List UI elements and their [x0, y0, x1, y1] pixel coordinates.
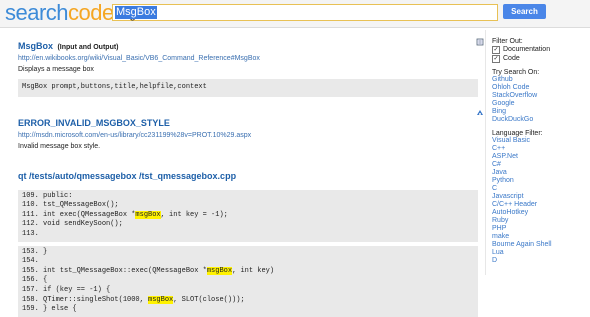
code-line: 109. public: — [22, 192, 474, 202]
search-button[interactable]: Search — [503, 4, 546, 19]
result-item: qt /tests/auto/qmessagebox /tst_qmessage… — [18, 166, 478, 317]
code-text: 159. } else { — [22, 305, 77, 314]
code-line: 110. tst_QMessageBox(); — [22, 201, 474, 211]
language-filter-link[interactable]: PHP — [492, 225, 590, 233]
code-text: , int key = -1); — [160, 210, 228, 219]
result-item: MsgBox (Input and Output) http://en.wiki… — [18, 36, 478, 97]
language-filter-link[interactable]: Visual Basic — [492, 137, 590, 145]
language-filter-link[interactable]: C/C++ Header — [492, 201, 590, 209]
code-text: , SLOT(close())); — [173, 295, 245, 304]
code-line: MsgBox prompt,buttons,title,helpfile,con… — [22, 83, 207, 91]
code-line: 158. QTimer::singleShot(1000, msgBox, SL… — [22, 295, 474, 306]
top-bar: searchcode MsgBox Search — [0, 0, 590, 28]
code-text: 113. — [22, 229, 39, 238]
language-filter-link[interactable]: D — [492, 257, 590, 265]
language-filter-link[interactable]: Bourne Again Shell — [492, 241, 590, 249]
logo[interactable]: searchcode — [5, 1, 114, 25]
language-filter-link[interactable]: C# — [492, 161, 590, 169]
code-line: 154. — [22, 257, 474, 267]
result-url[interactable]: http://msdn.microsoft.com/en-us/library/… — [18, 132, 478, 139]
code-snippet: MsgBox prompt,buttons,title,helpfile,con… — [18, 79, 478, 97]
language-links: Visual Basic C++ ASP.Net C# Java Python C Javas… — [492, 137, 590, 265]
search-highlight: msgBox — [206, 266, 233, 275]
search-input[interactable] — [113, 7, 495, 23]
code-line: 156. { — [22, 276, 474, 286]
code-text: 156. { — [22, 276, 48, 285]
result-title-row: qt /tests/auto/qmessagebox /tst_qmessage… — [18, 166, 478, 184]
try-search-link[interactable]: Ohloh Code — [492, 84, 590, 92]
try-heading: Try Search On: — [492, 69, 540, 76]
try-search-link[interactable]: Google — [492, 100, 590, 108]
language-filter-link[interactable]: C — [492, 185, 590, 193]
code-text: 155. int tst_QMessageBox::exec(QMessageB… — [22, 266, 207, 275]
code-line: 111. int exec(QMessageBox *msgBox, int k… — [22, 210, 474, 221]
checkbox[interactable]: ✓ — [492, 45, 500, 54]
code-snippet: 153. } 154. 155. int tst_QMessageBox::exec… — [18, 245, 478, 317]
try-search-link[interactable]: Bing — [492, 108, 590, 116]
language-filter-link[interactable]: ASP.Net — [492, 153, 590, 161]
language-filter-link[interactable]: Lua — [492, 249, 590, 257]
code-text: 111. int exec(QMessageBox * — [22, 210, 136, 219]
try-links: Github Ohloh Code StackOverflow Google Bing D… — [492, 76, 590, 124]
code-line: 157. if (key == -1) { — [22, 286, 474, 296]
code-text: 109. public: — [22, 191, 73, 200]
code-line: 159. } else { — [22, 305, 474, 315]
result-item: ERROR_INVALID_MSGBOX_STYLE http://msdn.m… — [18, 113, 478, 150]
result-title-row: MsgBox (Input and Output) — [18, 36, 478, 54]
code-text: 153. } — [22, 247, 48, 256]
logo-part-search: search — [5, 0, 69, 25]
result-description: Displays a message box — [18, 66, 94, 73]
filter-heading: Filter Out: — [492, 38, 523, 45]
code-text: 110. tst_QMessageBox(); — [22, 201, 119, 210]
language-filter-link[interactable]: Javascript — [492, 193, 590, 201]
checkbox[interactable]: ✓ — [492, 54, 500, 63]
code-line: 113. — [22, 230, 474, 240]
result-title-link[interactable]: qt /tests/auto/qmessagebox /tst_qmessage… — [18, 171, 236, 181]
search-highlight: msgBox — [148, 295, 174, 304]
sidebar: Filter Out: ✓ Documentation ✓ Code Try S… — [492, 36, 590, 265]
filter-documentation[interactable]: ✓ Documentation — [492, 45, 590, 54]
code-text: , int key) — [232, 266, 275, 275]
language-filter-link[interactable]: Java — [492, 169, 590, 177]
result-description: Invalid message box style. — [18, 142, 101, 150]
code-line: 153. } — [22, 248, 474, 258]
language-filter-link[interactable]: Ruby — [492, 217, 590, 225]
language-filter-link[interactable]: AutoHotkey — [492, 209, 590, 217]
result-subtitle: (Input and Output) — [57, 44, 119, 51]
search-highlight: msgBox — [135, 210, 161, 219]
code-text: 154. — [22, 257, 39, 266]
filter-code[interactable]: ✓ Code — [492, 54, 590, 63]
code-snippet: 109. public: 110. tst_QMessageBox(); 111. … — [18, 189, 478, 242]
result-title-link[interactable]: MsgBox — [18, 41, 53, 51]
language-filter-link[interactable]: C++ — [492, 145, 590, 153]
book-icon — [476, 38, 484, 48]
result-title-row: ERROR_INVALID_MSGBOX_STYLE — [18, 113, 478, 131]
result-title-link[interactable]: ERROR_INVALID_MSGBOX_STYLE — [18, 118, 170, 128]
code-text: 157. if (key == -1) { — [22, 285, 111, 294]
filter-label: Documentation — [503, 46, 551, 53]
logo-part-code: code — [68, 0, 114, 25]
code-text: 112. void sendKeySoon(); — [22, 220, 123, 229]
language-heading: Language Filter: — [492, 130, 543, 137]
try-search-link[interactable]: DuckDuckGo — [492, 116, 590, 124]
language-filter-link[interactable]: make — [492, 233, 590, 241]
msdn-icon — [476, 109, 484, 119]
language-filter-link[interactable]: Python — [492, 177, 590, 185]
search-box[interactable]: MsgBox — [112, 4, 498, 23]
result-url[interactable]: http://en.wikibooks.org/wiki/Visual_Basi… — [18, 55, 478, 62]
filter-label: Code — [503, 55, 520, 62]
code-text: 158. QTimer::singleShot(1000, — [22, 295, 149, 304]
sidebar-divider — [485, 30, 486, 275]
code-line: 112. void sendKeySoon(); — [22, 220, 474, 230]
try-search-link[interactable]: Github — [492, 76, 590, 84]
try-search-link[interactable]: StackOverflow — [492, 92, 590, 100]
